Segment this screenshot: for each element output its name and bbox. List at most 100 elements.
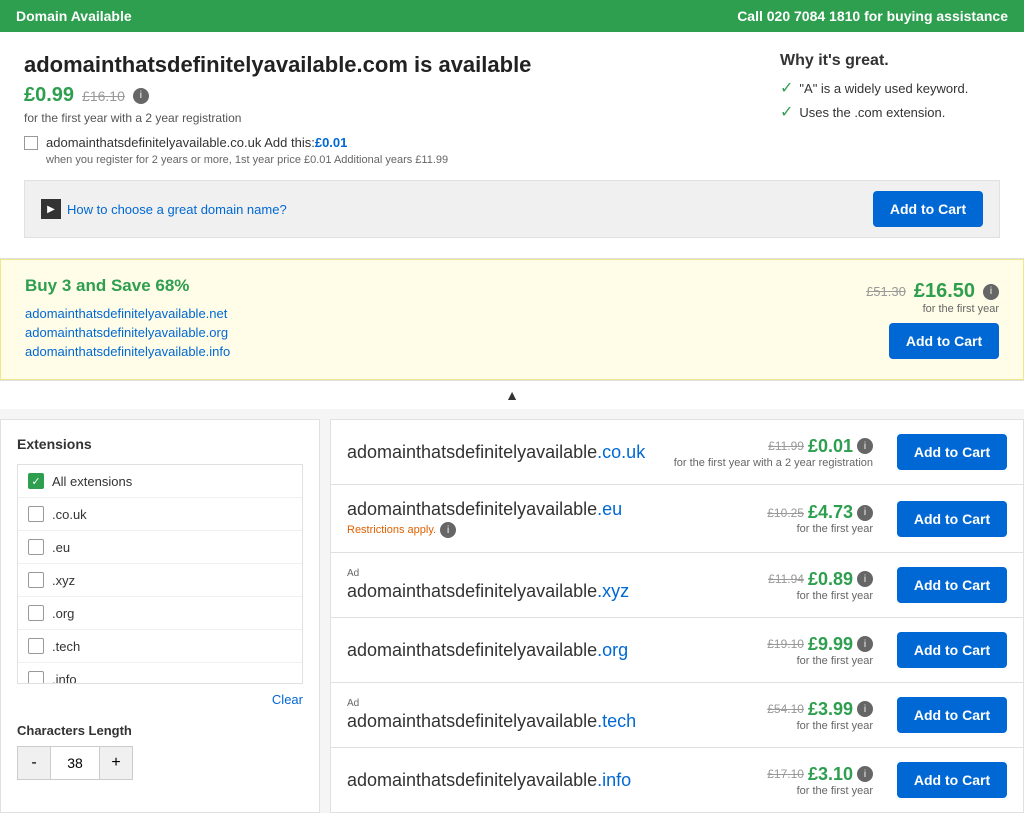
domain-name-eu: adomainthatsdefinitelyavailable.eu Restr…: [347, 499, 622, 538]
ext-checkbox-info[interactable]: [28, 671, 44, 684]
video-icon: ▶: [41, 199, 61, 219]
top-banner: Domain Available Call 020 7084 1810 for …: [0, 0, 1024, 32]
why-great-title: Why it's great.: [780, 52, 1000, 70]
ext-item-tech[interactable]: .tech: [18, 630, 302, 663]
domain-price-eu: £10.25 £4.73 i for the first year: [767, 502, 873, 535]
buy3-section: Buy 3 and Save 68% adomainthatsdefinitel…: [0, 259, 1024, 380]
domain-right-col-xyz: £11.94 £0.89 i for the first year Add to…: [768, 567, 1007, 603]
domain-price-xyz: £11.94 £0.89 i for the first year: [768, 569, 873, 602]
domain-name-org: adomainthatsdefinitelyavailable.org: [347, 640, 628, 661]
domain-right-col-tech: £54.10 £3.99 i for the first year Add to…: [767, 697, 1007, 733]
ext-label-org: .org: [52, 606, 74, 621]
buy3-domain-3[interactable]: adomainthatsdefinitelyavailable.info: [25, 344, 230, 359]
ext-label-xyz: .xyz: [52, 573, 75, 588]
add-to-cart-button-main[interactable]: Add to Cart: [873, 191, 983, 227]
stepper-plus[interactable]: +: [100, 747, 132, 779]
price-current: £0.99: [24, 84, 74, 107]
price-old: £16.10: [82, 88, 125, 104]
buy3-price-note: for the first year: [923, 303, 999, 315]
domain-list-item-xyz: Ad adomainthatsdefinitelyavailable.xyz £…: [331, 553, 1023, 618]
ext-label-info: .info: [52, 672, 77, 685]
add-to-cart-tech[interactable]: Add to Cart: [897, 697, 1007, 733]
add-to-cart-org[interactable]: Add to Cart: [897, 632, 1007, 668]
ext-checkbox-org[interactable]: [28, 605, 44, 621]
domain-name-info: adomainthatsdefinitelyavailable.info: [347, 770, 631, 791]
buy3-old-price: £51.30: [866, 284, 906, 299]
clear-link[interactable]: Clear: [17, 692, 303, 707]
domain-list-item-org: adomainthatsdefinitelyavailable.org £19.…: [331, 618, 1023, 683]
why-great-text-1: "A" is a widely used keyword.: [799, 81, 968, 96]
buy3-info-icon[interactable]: i: [983, 284, 999, 300]
domain-price-tech: £54.10 £3.99 i for the first year: [767, 699, 873, 732]
add-to-cart-eu[interactable]: Add to Cart: [897, 501, 1007, 537]
ext-checkbox-couk[interactable]: [28, 506, 44, 522]
domain-list-item-tech: Ad adomainthatsdefinitelyavailable.tech …: [331, 683, 1023, 748]
ext-item-eu[interactable]: .eu: [18, 531, 302, 564]
buy3-left: Buy 3 and Save 68% adomainthatsdefinitel…: [25, 276, 230, 363]
bottom-section: Extensions All extensions .co.uk .eu .xy…: [0, 419, 1024, 813]
couk-note: when you register for 2 years or more, 1…: [46, 154, 760, 166]
add-to-cart-info[interactable]: Add to Cart: [897, 762, 1007, 798]
info-icon[interactable]: i: [133, 88, 149, 104]
buy3-domain-1[interactable]: adomainthatsdefinitelyavailable.net: [25, 306, 230, 321]
stepper-minus[interactable]: -: [18, 747, 50, 779]
ext-item-org[interactable]: .org: [18, 597, 302, 630]
why-great-item-2: ✓ Uses the .com extension.: [780, 102, 1000, 122]
ext-checkbox-xyz[interactable]: [28, 572, 44, 588]
couk-checkbox[interactable]: [24, 136, 38, 150]
banner-right: Call 020 7084 1810 for buying assistance: [737, 8, 1008, 24]
domain-right-col-couk: £11.99 £0.01 i for the first year with a…: [674, 434, 1007, 470]
price-info-icon-xyz[interactable]: i: [857, 571, 873, 587]
domain-list-item-eu: adomainthatsdefinitelyavailable.eu Restr…: [331, 485, 1023, 553]
ext-item-all[interactable]: All extensions: [18, 465, 302, 498]
domain-title: adomainthatsdefinitelyavailable.com is a…: [24, 52, 760, 78]
domain-right-col-org: £19.10 £9.99 i for the first year Add to…: [767, 632, 1007, 668]
domain-left: adomainthatsdefinitelyavailable.com is a…: [24, 52, 760, 166]
char-length-title: Characters Length: [17, 723, 303, 738]
couk-label: adomainthatsdefinitelyavailable.co.uk Ad…: [46, 135, 347, 150]
domain-name-tech: Ad adomainthatsdefinitelyavailable.tech: [347, 698, 636, 732]
ad-badge-xyz: Ad: [347, 568, 629, 579]
ext-checkbox-all[interactable]: [28, 473, 44, 489]
ext-item-xyz[interactable]: .xyz: [18, 564, 302, 597]
domain-name-xyz: Ad adomainthatsdefinitelyavailable.xyz: [347, 568, 629, 602]
restrictions-info-icon[interactable]: i: [440, 522, 456, 538]
add-to-cart-xyz[interactable]: Add to Cart: [897, 567, 1007, 603]
add-to-cart-couk[interactable]: Add to Cart: [897, 434, 1007, 470]
domain-price-info: £17.10 £3.10 i for the first year: [767, 764, 873, 797]
domain-available-section: adomainthatsdefinitelyavailable.com is a…: [0, 32, 1024, 259]
how-to-link[interactable]: ▶ How to choose a great domain name?: [41, 199, 287, 219]
domain-list-item-info: adomainthatsdefinitelyavailable.info £17…: [331, 748, 1023, 812]
buy3-new-price: £16.50: [914, 280, 975, 303]
price-info-icon-org[interactable]: i: [857, 636, 873, 652]
price-info-icon-eu[interactable]: i: [857, 505, 873, 521]
domain-right-col-eu: £10.25 £4.73 i for the first year Add to…: [767, 501, 1007, 537]
ext-label-all: All extensions: [52, 474, 132, 489]
check-icon-1: ✓: [780, 78, 793, 98]
extensions-sidebar: Extensions All extensions .co.uk .eu .xy…: [0, 419, 320, 813]
domain-name-couk: adomainthatsdefinitelyavailable.co.uk: [347, 442, 645, 463]
ad-badge-tech: Ad: [347, 698, 636, 709]
ext-label-tech: .tech: [52, 639, 80, 654]
buy3-add-to-cart-button[interactable]: Add to Cart: [889, 323, 999, 359]
domain-right: Why it's great. ✓ "A" is a widely used k…: [780, 52, 1000, 166]
restrictions-eu: Restrictions apply. i: [347, 522, 622, 538]
ext-item-couk[interactable]: .co.uk: [18, 498, 302, 531]
collapse-arrow[interactable]: ▲: [0, 380, 1024, 409]
check-icon-2: ✓: [780, 102, 793, 122]
char-length-section: Characters Length - +: [17, 723, 303, 780]
ext-checkbox-eu[interactable]: [28, 539, 44, 555]
buy3-domain-2[interactable]: adomainthatsdefinitelyavailable.org: [25, 325, 230, 340]
stepper-value[interactable]: [50, 747, 100, 779]
domain-list: adomainthatsdefinitelyavailable.co.uk £1…: [330, 419, 1024, 813]
ext-item-info[interactable]: .info: [18, 663, 302, 684]
domain-price-couk: £11.99 £0.01 i for the first year with a…: [674, 436, 873, 469]
price-info-icon-tech[interactable]: i: [857, 701, 873, 717]
price-info-icon-couk[interactable]: i: [857, 438, 873, 454]
price-info-icon-info[interactable]: i: [857, 766, 873, 782]
price-note: for the first year with a 2 year registr…: [24, 111, 760, 125]
why-great-item-1: ✓ "A" is a widely used keyword.: [780, 78, 1000, 98]
how-to-row: ▶ How to choose a great domain name? Add…: [24, 180, 1000, 238]
ext-checkbox-tech[interactable]: [28, 638, 44, 654]
ext-label-couk: .co.uk: [52, 507, 87, 522]
